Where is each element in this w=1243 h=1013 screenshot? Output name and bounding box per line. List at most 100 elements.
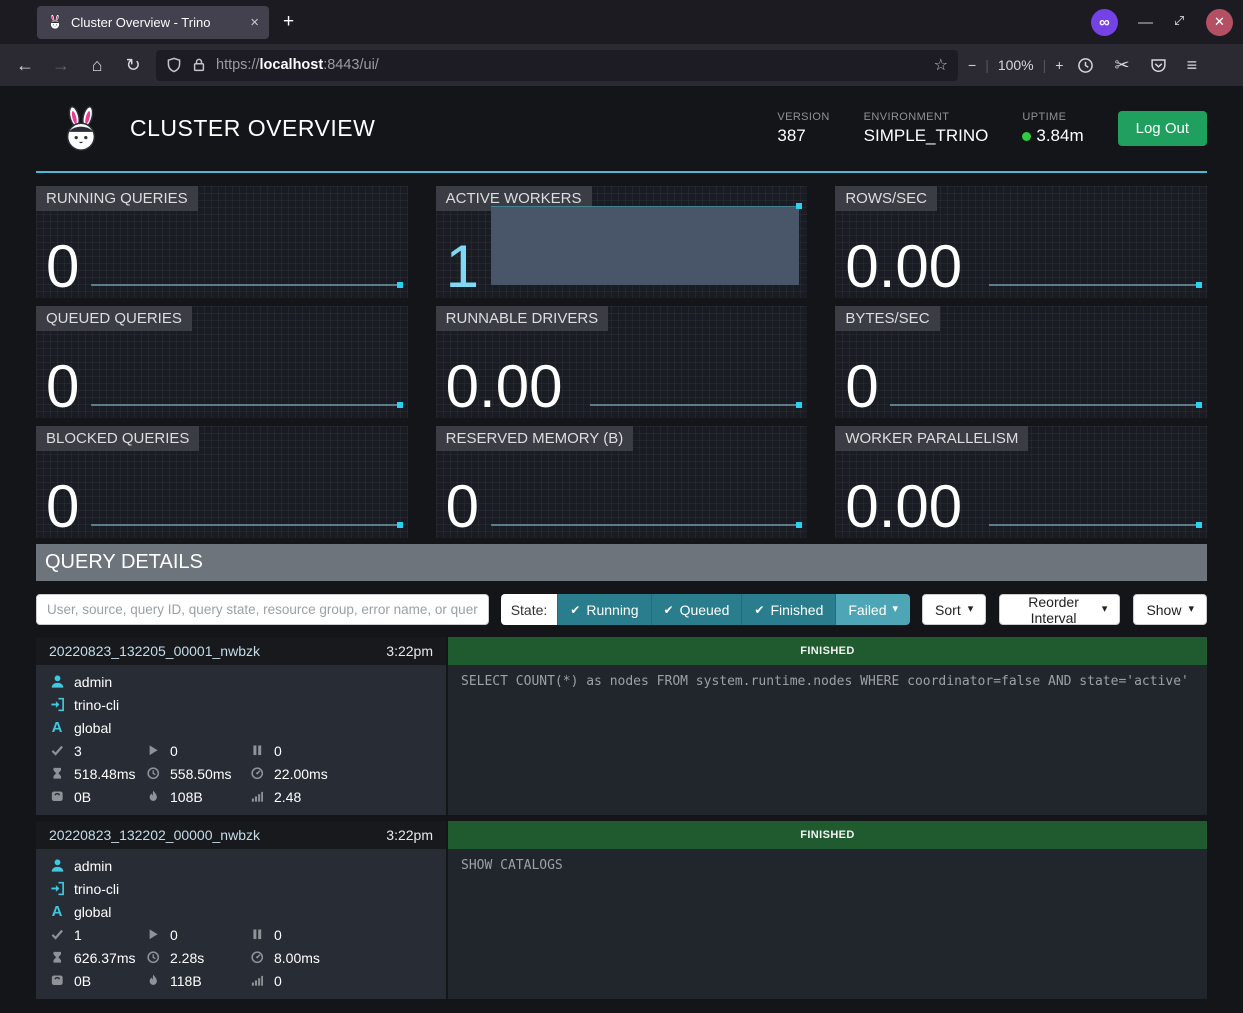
stat-value: 0	[845, 355, 878, 418]
pocket-icon[interactable]	[1150, 57, 1167, 74]
completed-splits-check-icon	[49, 928, 65, 941]
uptime-status-dot	[1022, 132, 1031, 141]
stat-value: 0	[46, 475, 79, 538]
query-resource-group: global	[74, 720, 111, 736]
tracking-shield-icon[interactable]	[166, 57, 182, 73]
completed-splits-check-icon	[49, 744, 65, 757]
url-bar[interactable]: https://localhost:8443/ui/ ☆	[156, 50, 958, 81]
bookmark-star-icon[interactable]: ☆	[934, 55, 948, 75]
sparkline	[491, 206, 800, 285]
active-workers-link[interactable]: 1	[446, 235, 479, 298]
wall-time-hourglass-icon	[49, 767, 65, 780]
chevron-down-icon: ▾	[1188, 604, 1194, 615]
query-search-input[interactable]	[36, 594, 489, 625]
stat-card-bytes-sec: BYTES/SEC 0	[835, 306, 1207, 418]
close-window-button[interactable]: ✕	[1206, 9, 1233, 36]
restore-window-button[interactable]	[1173, 14, 1186, 31]
sparkline-marker	[397, 402, 403, 408]
filter-queued-button[interactable]: ✔Queued	[651, 594, 742, 625]
new-tab-button[interactable]: +	[283, 11, 294, 33]
filter-running-button[interactable]: ✔Running	[557, 594, 650, 625]
sparkline	[91, 404, 400, 406]
browser-tab[interactable]: Cluster Overview - Trino ×	[37, 6, 269, 39]
sparkline	[91, 524, 400, 526]
sparkline	[989, 524, 1199, 526]
tab-bar: Cluster Overview - Trino × + ∞ — ✕	[0, 0, 1243, 44]
stat-card-reserved-memory: RESERVED MEMORY (B) 0	[436, 426, 808, 538]
stat-card-queued-queries: QUEUED QUERIES 0	[36, 306, 408, 418]
query-user: admin	[74, 674, 112, 690]
chevron-down-icon: ▾	[968, 604, 974, 615]
url-text: https://localhost:8443/ui/	[216, 57, 925, 73]
query-time: 3:22pm	[386, 643, 433, 659]
show-dropdown[interactable]: Show▾	[1133, 594, 1207, 625]
sparkline-marker	[1196, 522, 1202, 528]
filter-finished-button[interactable]: ✔Finished	[741, 594, 835, 625]
elapsed-time-clock-icon	[145, 951, 161, 964]
stat-card-runnable-drivers: RUNNABLE DRIVERS 0.00	[436, 306, 808, 418]
minimize-button[interactable]: —	[1138, 14, 1153, 31]
query-sql-text: SELECT COUNT(*) as nodes FROM system.run…	[448, 665, 1207, 815]
reorder-interval-dropdown[interactable]: Reorder Interval▾	[999, 594, 1120, 625]
stat-cards-grid: RUNNING QUERIES 0 ACTIVE WORKERS 1 ROWS/…	[36, 186, 1207, 538]
source-login-icon	[49, 881, 65, 896]
memory-scale-icon	[49, 790, 65, 803]
stat-value: 0	[46, 355, 79, 418]
reload-button[interactable]: ↻	[120, 55, 146, 76]
sparkline	[491, 524, 800, 526]
query-source: trino-cli	[74, 881, 119, 897]
navigation-bar: ← → ⌂ ↻ https://localhost:8443/ui/ ☆ − |…	[0, 44, 1243, 86]
sparkline-marker	[1196, 402, 1202, 408]
state-filter-label: State:	[501, 594, 558, 625]
tab-close-icon[interactable]: ×	[250, 14, 259, 31]
forward-button[interactable]: →	[48, 55, 74, 76]
elapsed-time-clock-icon	[145, 767, 161, 780]
wall-time-hourglass-icon	[49, 951, 65, 964]
screenshot-scissors-icon[interactable]: ✂	[1114, 55, 1129, 76]
stat-card-worker-parallelism: WORKER PARALLELISM 0.00	[835, 426, 1207, 538]
version-stat: VERSION 387	[777, 111, 829, 146]
query-source: trino-cli	[74, 697, 119, 713]
check-icon: ✔	[570, 603, 580, 617]
check-icon: ✔	[664, 603, 674, 617]
query-state-badge: FINISHED	[448, 821, 1207, 849]
stat-value: 0.00	[845, 475, 962, 538]
stat-card-active-workers: ACTIVE WORKERS 1	[436, 186, 808, 298]
zoom-level[interactable]: 100%	[998, 57, 1034, 73]
query-id-link[interactable]: 20220823_132205_00001_nwbzk	[49, 643, 260, 659]
trino-ui-page: CLUSTER OVERVIEW VERSION 387 ENVIRONMENT…	[0, 86, 1243, 1013]
zoom-out-button[interactable]: −	[968, 57, 976, 73]
query-details-header: QUERY DETAILS	[36, 544, 1207, 581]
divider: |	[1043, 57, 1047, 73]
menu-hamburger-icon[interactable]: ≡	[1187, 55, 1198, 76]
private-browsing-icon: ∞	[1091, 9, 1118, 36]
history-icon[interactable]	[1077, 57, 1094, 74]
cpu-time-gauge-icon	[249, 767, 265, 780]
environment-stat: ENVIRONMENT SIMPLE_TRINO	[864, 111, 989, 146]
lock-icon[interactable]	[191, 57, 207, 73]
home-button[interactable]: ⌂	[84, 55, 110, 76]
zoom-in-button[interactable]: +	[1055, 57, 1063, 73]
filter-failed-dropdown[interactable]: Failed▾	[835, 594, 910, 625]
cumulative-memory-fire-icon	[145, 974, 161, 987]
browser-window: Cluster Overview - Trino × + ∞ — ✕ ← → ⌂…	[0, 0, 1243, 1013]
page-title: CLUSTER OVERVIEW	[130, 115, 375, 142]
queued-splits-pause-icon	[249, 744, 265, 757]
sparkline-marker	[796, 203, 802, 209]
stat-card-blocked-queries: BLOCKED QUERIES 0	[36, 426, 408, 538]
uptime-stat: UPTIME 3.84m	[1022, 111, 1083, 146]
back-button[interactable]: ←	[12, 55, 38, 76]
user-icon	[49, 674, 65, 689]
stat-value: 0.00	[446, 355, 563, 418]
logout-button[interactable]: Log Out	[1118, 111, 1207, 146]
check-icon: ✔	[754, 603, 764, 617]
sparkline-marker	[796, 402, 802, 408]
sparkline	[590, 404, 800, 406]
source-login-icon	[49, 697, 65, 712]
query-resource-group: global	[74, 904, 111, 920]
query-state-badge: FINISHED	[448, 637, 1207, 665]
stat-card-running-queries: RUNNING QUERIES 0	[36, 186, 408, 298]
sort-dropdown[interactable]: Sort▾	[922, 594, 986, 625]
query-id-link[interactable]: 20220823_132202_00000_nwbzk	[49, 827, 260, 843]
parallelism-equalizer-icon	[249, 790, 265, 803]
